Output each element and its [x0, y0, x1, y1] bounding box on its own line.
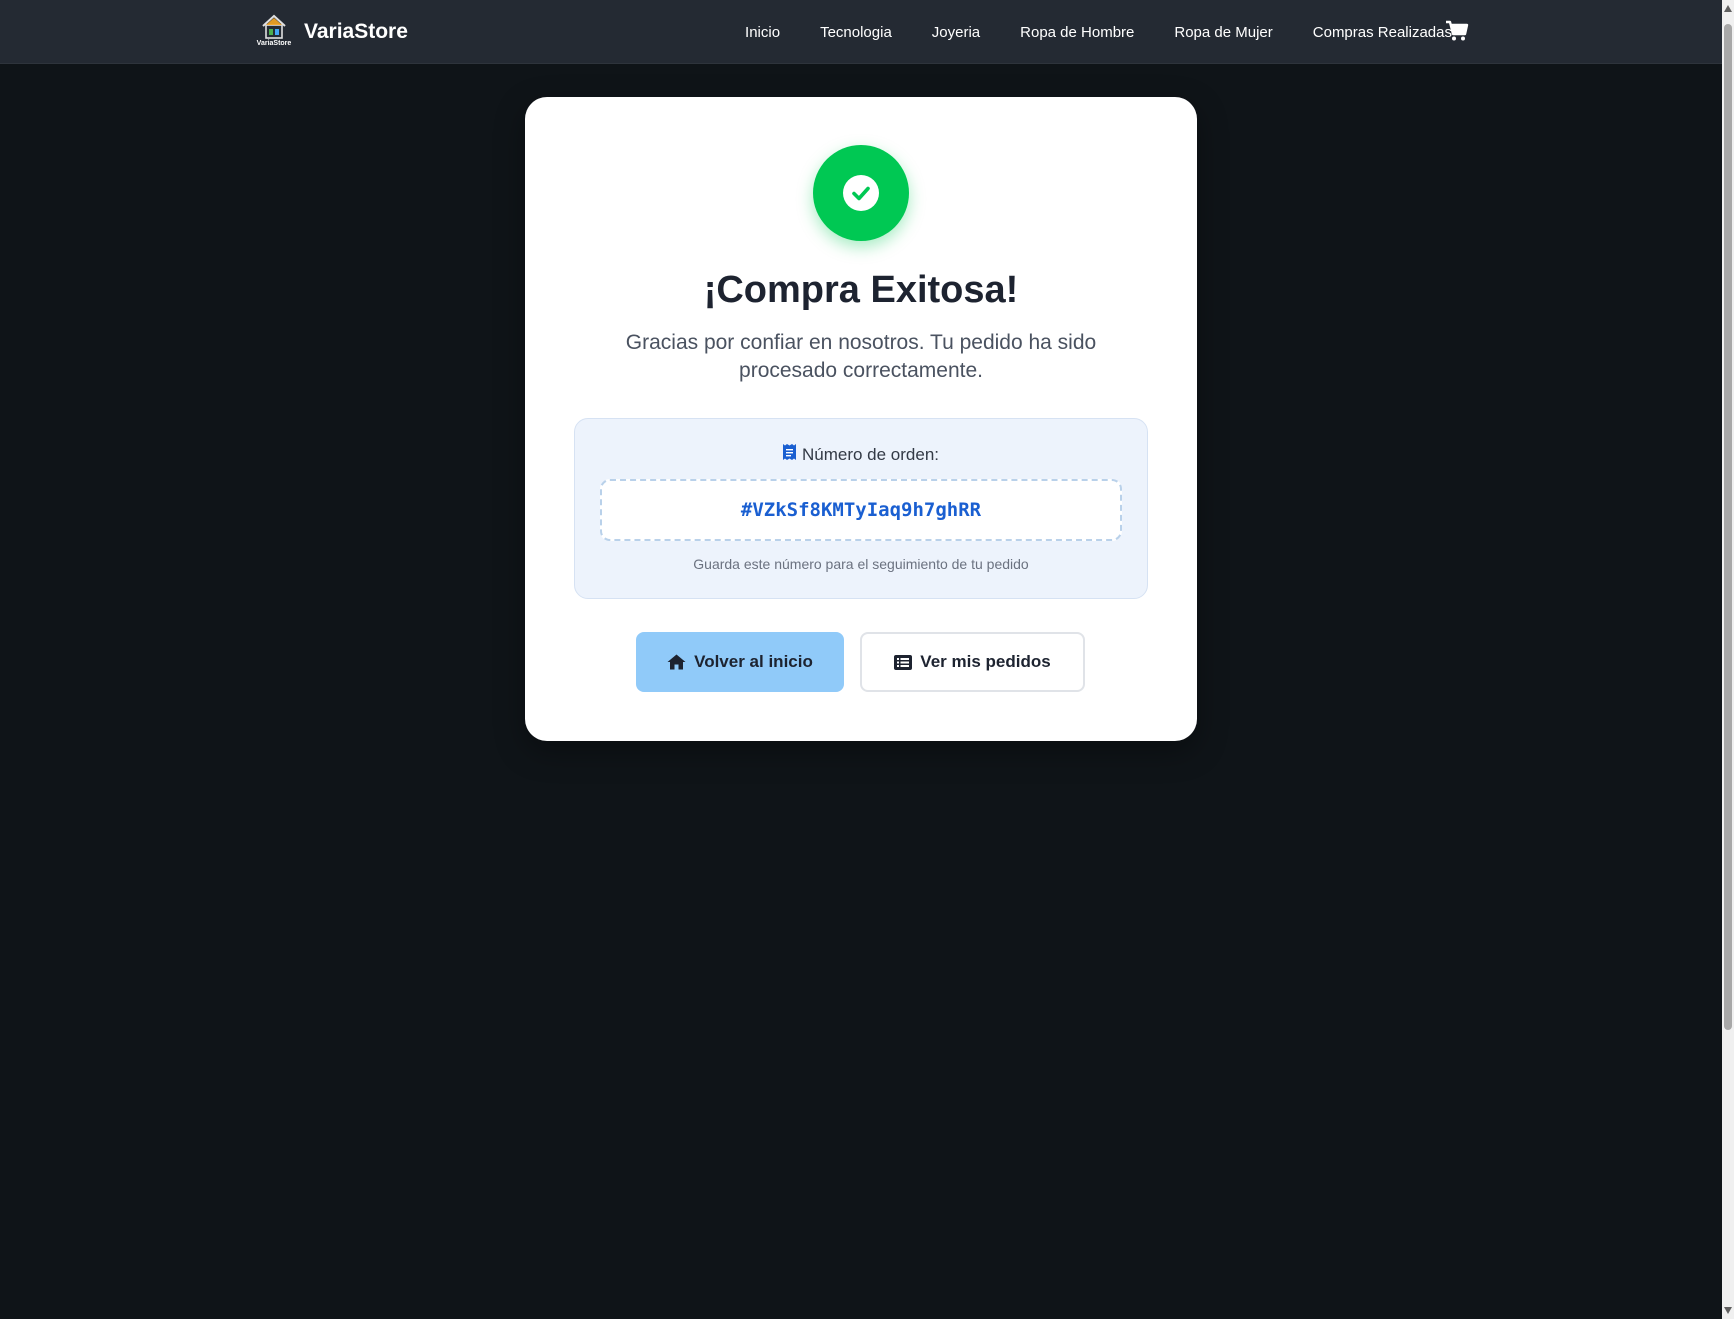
list-icon: [894, 654, 913, 670]
shopping-cart-icon[interactable]: [1445, 20, 1469, 47]
order-label-row: Número de orden:: [575, 444, 1147, 465]
orders-button-label: Ver mis pedidos: [920, 652, 1051, 671]
success-title: ¡Compra Exitosa!: [703, 269, 1019, 311]
store-house-icon: [262, 14, 286, 39]
brand-name[interactable]: VariaStore: [304, 20, 408, 44]
home-icon: [667, 654, 686, 670]
scroll-thumb[interactable]: [1724, 24, 1732, 1030]
success-card: ¡Compra Exitosa! Gracias por confiar en …: [525, 97, 1197, 741]
nav-link-tecnologia[interactable]: Tecnologia: [820, 24, 892, 41]
vertical-scrollbar[interactable]: [1722, 0, 1734, 1319]
check-circle-icon: [813, 145, 909, 241]
receipt-icon: [782, 444, 796, 465]
brand[interactable]: VariaStore VariaStore: [252, 14, 408, 50]
order-label: Número de orden:: [801, 444, 940, 464]
nav-link-ropa-mujer[interactable]: Ropa de Mujer: [1174, 24, 1272, 41]
scroll-up-icon[interactable]: [1724, 5, 1732, 12]
brand-logo: VariaStore: [252, 14, 296, 50]
nav-link-ropa-hombre[interactable]: Ropa de Hombre: [1020, 24, 1134, 41]
scroll-down-icon[interactable]: [1724, 1307, 1732, 1314]
orders-button[interactable]: Ver mis pedidos: [860, 632, 1085, 692]
nav-link-compras-realizadas[interactable]: Compras Realizadas: [1313, 24, 1452, 41]
nav-link-joyeria[interactable]: Joyeria: [932, 24, 980, 41]
nav-link-inicio[interactable]: Inicio: [745, 24, 780, 41]
nav-links: Inicio Tecnologia Joyeria Ropa de Hombre…: [705, 0, 1452, 64]
home-button[interactable]: Volver al inicio: [636, 632, 844, 692]
logo-text: VariaStore: [256, 40, 292, 47]
order-hint: Guarda este número para el seguimiento d…: [693, 556, 1029, 572]
home-button-label: Volver al inicio: [694, 652, 813, 671]
success-message: Gracias por confiar en nosotros. Tu pedi…: [625, 331, 1097, 382]
order-number[interactable]: #VZkSf8KMTyIaq9h7ghRR: [741, 499, 981, 521]
navbar: VariaStore VariaStore Inicio Tecnologia …: [0, 0, 1722, 64]
order-box: Número de orden: #VZkSf8KMTyIaq9h7ghRR G…: [574, 418, 1148, 599]
order-number-box[interactable]: #VZkSf8KMTyIaq9h7ghRR: [600, 479, 1122, 541]
